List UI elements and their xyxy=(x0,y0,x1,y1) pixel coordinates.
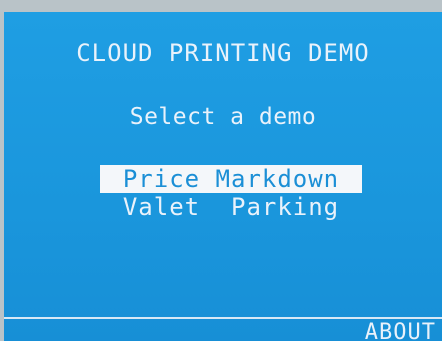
softkey-divider xyxy=(4,317,442,319)
device-screen: CLOUD PRINTING DEMO Select a demo Price … xyxy=(4,12,442,341)
screen-title: CLOUD PRINTING DEMO xyxy=(76,39,370,67)
demo-menu: Price Markdown Valet Parking xyxy=(100,165,362,221)
menu-item-valet-parking[interactable]: Valet Parking xyxy=(100,193,362,221)
menu-item-price-markdown[interactable]: Price Markdown xyxy=(100,165,362,193)
screen-subtitle: Select a demo xyxy=(129,104,317,130)
about-softkey[interactable]: ABOUT xyxy=(365,320,436,341)
